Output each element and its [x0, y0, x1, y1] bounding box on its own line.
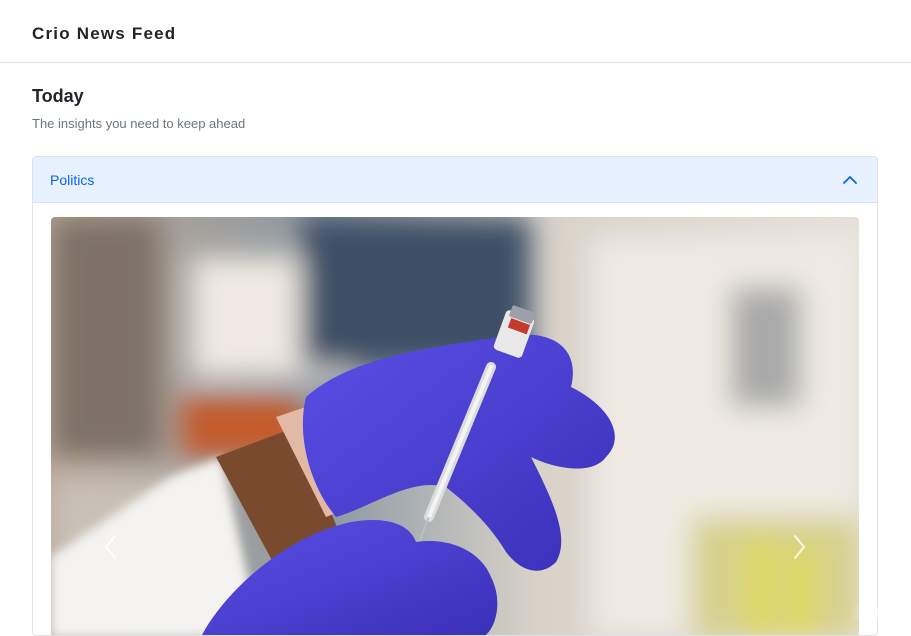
carousel-prev-button[interactable] — [81, 517, 141, 577]
accordion-header-politics[interactable]: Politics — [33, 157, 877, 203]
chevron-right-icon — [789, 532, 809, 562]
brand-title[interactable]: Crio News Feed — [32, 23, 176, 45]
chevron-left-icon — [101, 532, 121, 562]
page-subtitle: The insights you need to keep ahead — [32, 116, 245, 132]
accordion-title: Politics — [50, 172, 94, 189]
scroll-fade — [851, 606, 911, 620]
news-accordion: Politics — [32, 156, 878, 636]
news-carousel — [51, 217, 859, 636]
page-title: Today — [32, 85, 84, 107]
carousel-next-button[interactable] — [769, 517, 829, 577]
carousel-image — [51, 217, 859, 636]
chevron-up-icon[interactable] — [841, 171, 859, 189]
top-navbar: Crio News Feed — [0, 0, 911, 63]
